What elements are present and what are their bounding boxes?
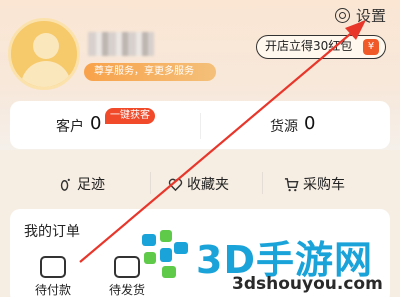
supply-value[interactable]: 0: [304, 113, 315, 134]
purchase-cart-label: 采购车: [303, 177, 345, 193]
open-shop-button[interactable]: 开店立得30红包 ¥: [256, 35, 386, 59]
customers-value[interactable]: 0: [90, 113, 101, 134]
purchase-cart-link[interactable]: 采购车: [284, 174, 345, 194]
cart-icon: [284, 177, 299, 191]
package-icon: [114, 256, 140, 278]
settings-label: 设置: [355, 7, 386, 25]
avatar[interactable]: [8, 18, 80, 90]
orders-title: 我的订单: [24, 224, 80, 240]
watermark-url: 3dshouyou.com: [232, 274, 383, 294]
favorites-label: 收藏夹: [187, 177, 229, 193]
acquire-customers-badge[interactable]: 一键获客: [105, 108, 155, 124]
footprint-icon: [60, 178, 70, 191]
stats-divider: [200, 113, 201, 139]
watermark: 3D手游网 3dshouyou.com: [140, 226, 398, 296]
quick-separator: [262, 172, 263, 194]
avatar-head-shape: [33, 33, 59, 59]
watermark-logo-icon: [142, 230, 188, 278]
open-shop-label: 开店立得30红包: [265, 39, 353, 53]
pending-payment-label: 待付款: [34, 283, 71, 297]
quick-links-row: 足迹 收藏夹 采购车: [0, 162, 400, 202]
supply-label[interactable]: 货源: [270, 116, 298, 136]
stats-card: 客户 0 一键获客 货源 0: [10, 101, 390, 149]
quick-separator: [150, 172, 151, 194]
avatar-body-shape: [21, 61, 71, 87]
settings-button[interactable]: 设置: [334, 5, 386, 26]
blurred-username: [88, 32, 154, 56]
footprint-label: 足迹: [77, 177, 105, 193]
pending-payment-item[interactable]: 待付款: [28, 256, 78, 297]
footprint-link[interactable]: 足迹: [58, 174, 105, 194]
customers-label[interactable]: 客户: [56, 116, 84, 136]
gear-icon: [334, 8, 350, 23]
vip-tag[interactable]: 尊享服务，享更多服务: [84, 63, 216, 81]
favorites-link[interactable]: 收藏夹: [168, 174, 229, 194]
red-packet-icon: ¥: [363, 39, 379, 55]
heart-icon: [168, 178, 183, 191]
wallet-icon: [40, 256, 66, 278]
